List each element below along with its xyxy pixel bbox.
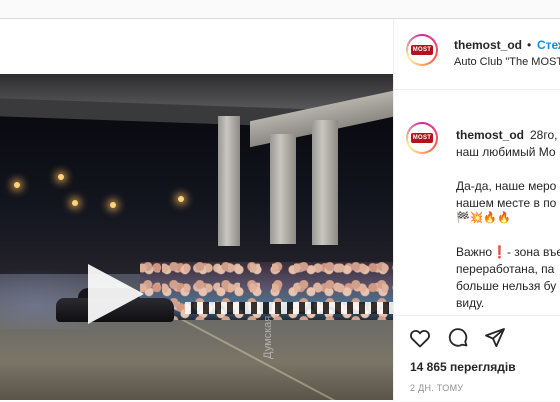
heart-icon[interactable] (408, 326, 432, 350)
post-timestamp[interactable]: 2 ДН. ТОМУ (410, 383, 463, 393)
caption-text: переработана, па (456, 262, 555, 276)
caption-text: виду. (456, 296, 485, 310)
video-pillar (270, 134, 296, 244)
post-header: MOST themost_od • Стеж Auto Club "The MO… (394, 19, 560, 90)
caption-emoji: 🏁💥🔥🔥 (456, 212, 511, 224)
post-location[interactable]: Auto Club "The MOST (454, 56, 560, 68)
video-barrier (185, 302, 393, 314)
street-lamp (58, 174, 64, 180)
caption-text: наш любимый Мо (456, 145, 556, 159)
video-pillar (312, 120, 338, 245)
avatar[interactable]: MOST (406, 34, 438, 66)
top-strip (0, 0, 560, 18)
street-lamp (14, 182, 20, 188)
dot-separator: • (527, 38, 532, 52)
caption-username[interactable]: themost_od (456, 128, 524, 142)
caption-text: Важно❗- зона въе (456, 245, 560, 259)
street-lamp (178, 196, 184, 202)
post-sidebar: MOST themost_od • Стеж Auto Club "The MO… (393, 19, 560, 401)
street-lamp (72, 200, 78, 206)
comment-icon[interactable] (446, 326, 470, 350)
video-watermark: Думская (262, 315, 274, 359)
share-icon[interactable] (483, 326, 507, 350)
play-icon[interactable] (88, 264, 144, 324)
caption-text: Да-да, наше меро (456, 179, 557, 193)
club-logo-icon: MOST (411, 133, 433, 143)
video-player[interactable]: Думская (0, 74, 393, 400)
post-username[interactable]: themost_od (454, 38, 522, 52)
post-container: Думская MOST themost_od • Стеж Auto Club… (0, 18, 560, 401)
follow-button[interactable]: Стеж (537, 38, 560, 52)
street-lamp (110, 202, 116, 208)
caption-text: 28го, (530, 128, 558, 142)
view-count[interactable]: 14 865 переглядів (410, 360, 516, 374)
post-actions: 14 865 переглядів 2 ДН. ТОМУ (394, 315, 560, 402)
video-pillar (218, 116, 240, 246)
caption-text: нашем месте в по (456, 196, 557, 210)
club-logo-icon: MOST (411, 45, 433, 55)
caption-text: больше нельзя бу (456, 279, 557, 293)
caption-avatar[interactable]: MOST (406, 122, 438, 154)
caption-area: MOST themost_od 28го, наш любимый Мо Да-… (394, 90, 560, 314)
